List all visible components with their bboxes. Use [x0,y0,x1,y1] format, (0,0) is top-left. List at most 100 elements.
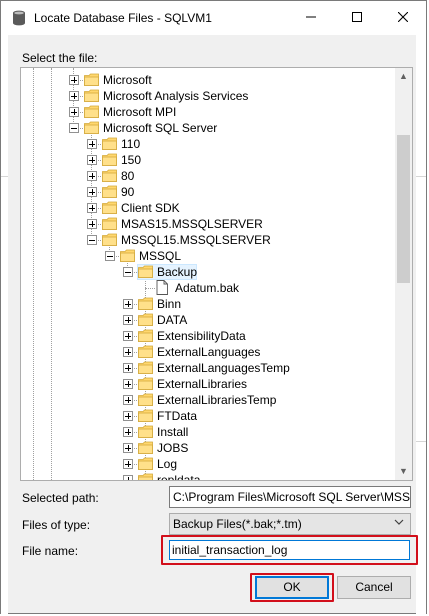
maximize-icon [352,12,362,22]
tree-item-label: MSAS15.MSSQLSERVER [121,217,263,231]
folder-icon [84,89,99,102]
tree-item[interactable]: MSSQL15.MSSQLSERVER [21,232,397,248]
tree-item[interactable]: Client SDK [21,200,397,216]
expand-plus-icon[interactable] [69,91,79,101]
folder-icon [102,137,117,150]
tree-item[interactable]: repldata [21,472,397,481]
scroll-down-icon[interactable]: ▼ [395,463,412,480]
expand-plus-icon[interactable] [69,75,79,85]
expand-plus-icon[interactable] [123,459,133,469]
expand-plus-icon[interactable] [123,427,133,437]
tree-item[interactable]: ExternalLanguagesTemp [21,360,397,376]
files-of-type-value: Backup Files(*.bak;*.tm) [173,517,302,531]
folder-icon [102,201,117,214]
expand-plus-icon[interactable] [69,107,79,117]
tree-item[interactable]: Install [21,424,397,440]
folder-icon [138,345,153,358]
tree-item[interactable]: 150 [21,152,397,168]
expand-plus-icon[interactable] [87,155,97,165]
tree-item[interactable]: Microsoft MPI [21,104,397,120]
folder-icon [138,425,153,438]
tree-item[interactable]: ExtensibilityData [21,328,397,344]
collapse-minus-icon[interactable] [87,235,97,245]
selected-path-label: Selected path: [22,491,99,505]
expand-plus-icon[interactable] [87,139,97,149]
scroll-up-icon[interactable]: ▲ [395,68,412,85]
tree-item[interactable]: 90 [21,184,397,200]
expand-plus-icon[interactable] [123,347,133,357]
tree-item[interactable]: Adatum.bak [21,280,397,296]
expand-plus-icon[interactable] [123,299,133,309]
tree-item[interactable]: MSAS15.MSSQLSERVER [21,216,397,232]
tree-item[interactable]: Microsoft SQL Server [21,120,397,136]
background-divider [1,176,8,177]
background-window-edge [416,35,426,615]
folder-icon [102,185,117,198]
tree-item-label: FTData [157,409,198,423]
expand-plus-icon[interactable] [123,379,133,389]
tree-item[interactable]: DATA [21,312,397,328]
close-icon [397,11,409,23]
close-button[interactable] [380,1,426,35]
folder-icon [138,441,153,454]
files-of-type-dropdown[interactable]: Backup Files(*.bak;*.tm) [169,513,411,535]
title-bar: Locate Database Files - SQLVM1 [1,1,426,35]
folder-icon [84,121,99,134]
files-of-type-label: Files of type: [22,518,91,532]
tree-item[interactable]: FTData [21,408,397,424]
collapse-minus-icon[interactable] [123,267,133,277]
tree-vertical-scrollbar[interactable]: ▲ ▼ [395,68,412,480]
expand-plus-icon[interactable] [123,411,133,421]
tree-item-label: DATA [157,313,188,327]
file-name-input[interactable] [169,540,410,560]
tree-item-label: MSSQL [139,249,182,263]
tree-item-label: Microsoft [103,73,152,87]
scrollbar-thumb[interactable] [397,135,410,283]
expand-plus-icon[interactable] [123,443,133,453]
selected-path-field[interactable]: C:\Program Files\Microsoft SQL Server\MS… [169,486,411,508]
cancel-button[interactable]: Cancel [337,576,411,599]
tree-item[interactable]: Backup [21,264,397,280]
tree-item[interactable]: Microsoft [21,72,397,88]
tree-item-label: Adatum.bak [175,281,240,295]
folder-icon [102,169,117,182]
folder-icon [138,457,153,470]
expand-plus-icon[interactable] [123,475,133,480]
file-tree-view[interactable]: Microsoft Microsoft Analysis Services Micr… [20,67,413,481]
tree-item-label: Microsoft Analysis Services [103,89,249,103]
expand-plus-icon[interactable] [123,395,133,405]
minimize-button[interactable] [288,1,334,35]
expand-plus-icon[interactable] [87,203,97,213]
tree-item[interactable]: JOBS [21,440,397,456]
tree-connector [127,480,137,481]
tree-item-label: 80 [121,169,135,183]
tree-item[interactable]: ExternalLibrariesTemp [21,392,397,408]
expand-plus-icon[interactable] [87,171,97,181]
tree-item[interactable]: Microsoft Analysis Services [21,88,397,104]
folder-icon [138,329,153,342]
chevron-down-icon [394,517,404,530]
file-name-label: File name: [22,544,79,558]
tree-item[interactable]: Log [21,456,397,472]
collapse-minus-icon[interactable] [105,251,115,261]
tree-item[interactable]: 110 [21,136,397,152]
expand-plus-icon[interactable] [123,363,133,373]
expand-plus-icon[interactable] [87,187,97,197]
ok-button[interactable]: OK [255,576,329,599]
tree-item-label: ExternalLibraries [157,377,248,391]
maximize-button[interactable] [334,1,380,35]
tree-item[interactable]: ExternalLanguages [21,344,397,360]
tree-item-label: Log [157,457,178,471]
tree-item[interactable]: Binn [21,296,397,312]
folder-icon [138,265,153,278]
expand-plus-icon[interactable] [123,315,133,325]
collapse-minus-icon[interactable] [69,123,79,133]
tree-item[interactable]: ExternalLibraries [21,376,397,392]
expand-plus-icon[interactable] [87,219,97,229]
tree-item-label: ExternalLanguagesTemp [157,361,290,375]
tree-item[interactable]: 80 [21,168,397,184]
tree-item-label: Microsoft SQL Server [103,121,218,135]
expand-plus-icon[interactable] [123,331,133,341]
folder-icon [102,217,117,230]
tree-item[interactable]: MSSQL [21,248,397,264]
